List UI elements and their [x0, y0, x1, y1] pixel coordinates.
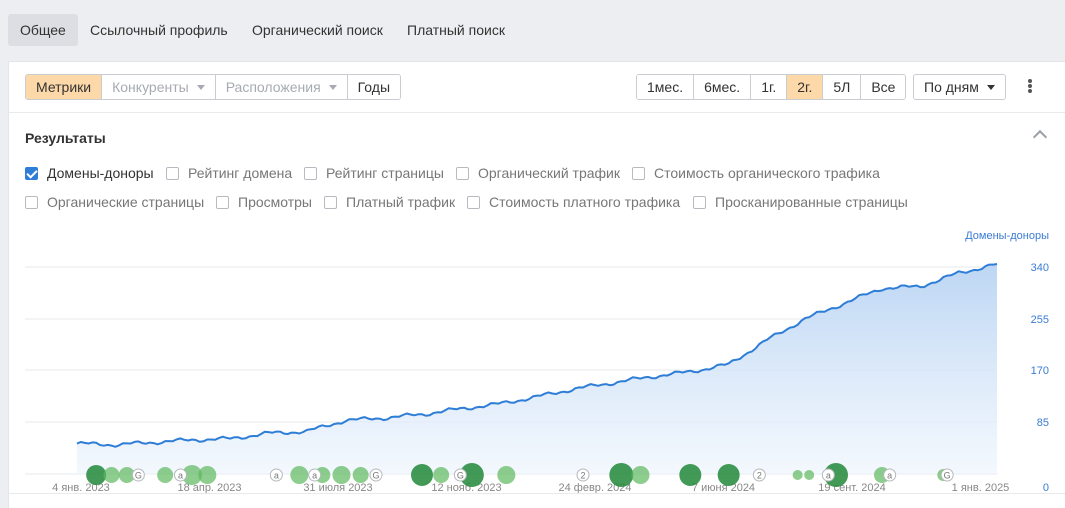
- checkbox-organic-traffic-value[interactable]: Стоимость органического трафика: [632, 164, 880, 182]
- granularity-dropdown[interactable]: По дням: [913, 74, 1006, 100]
- event-marker: [717, 464, 740, 486]
- checkbox-label: Просмотры: [238, 194, 312, 210]
- checkbox-icon: [693, 196, 706, 209]
- divider: [9, 112, 1065, 113]
- checkbox-page-rating[interactable]: Рейтинг страницы: [304, 164, 444, 182]
- view-locations-button[interactable]: Расположения: [215, 75, 348, 99]
- annotation-icon-label: 2: [580, 471, 585, 481]
- y-tick-label: 340: [1031, 262, 1049, 274]
- annotation-icon-label: a: [274, 471, 279, 481]
- view-years-button[interactable]: Годы: [347, 75, 401, 99]
- annotation-icon-label: G: [457, 471, 464, 481]
- event-marker: [631, 466, 650, 484]
- chevron-down-icon: [196, 84, 205, 90]
- checkbox-label: Стоимость органического трафика: [654, 165, 880, 181]
- view-metrics-button[interactable]: Метрики: [26, 75, 103, 99]
- tab-overview[interactable]: Общее: [8, 14, 78, 46]
- checkbox-icon: [304, 167, 317, 180]
- event-marker: [332, 466, 351, 484]
- checkbox-icon: [467, 196, 480, 209]
- more-options-icon[interactable]: [1026, 78, 1034, 96]
- event-marker: [290, 466, 309, 484]
- y-tick-label: 170: [1031, 365, 1049, 377]
- checkbox-label: Домены-доноры: [47, 165, 154, 181]
- checkbox-organic-pages[interactable]: Органические страницы: [25, 193, 204, 211]
- checkbox-icon: [25, 196, 38, 209]
- checkbox-icon: [324, 196, 337, 209]
- event-marker: [103, 467, 120, 483]
- tab-link-profile[interactable]: Ссылочный профиль: [78, 14, 240, 46]
- range-switcher: 1мес. 6мес. 1г. 2г. 5Л Все: [636, 74, 907, 100]
- y-tick-label: 255: [1031, 314, 1049, 326]
- view-switcher: Метрики Конкуренты Расположения Годы: [25, 74, 402, 100]
- event-marker: [609, 463, 634, 487]
- checkbox-label: Стоимость платного трафика: [489, 194, 681, 210]
- annotation-icon-label: a: [887, 471, 892, 481]
- range-1y-button[interactable]: 1г.: [751, 75, 788, 99]
- checkbox-label: Просканированные страницы: [715, 194, 908, 210]
- annotation-icon-label: a: [826, 471, 831, 481]
- range-all-button[interactable]: Все: [861, 75, 906, 99]
- event-marker: [804, 470, 815, 480]
- annotation-icon-label: G: [944, 471, 951, 481]
- checkbox-icon: [166, 167, 179, 180]
- checkbox-crawled-pages[interactable]: Просканированные страницы: [693, 193, 908, 211]
- checkbox-organic-traffic[interactable]: Органический трафик: [456, 164, 620, 182]
- annotation-icon-label: G: [372, 471, 379, 481]
- checkbox-label: Рейтинг домена: [188, 165, 293, 181]
- collapse-chevron-icon[interactable]: [1032, 129, 1048, 145]
- event-marker: [157, 467, 174, 483]
- checkbox-label: Органический трафик: [478, 165, 620, 181]
- checkbox-views[interactable]: Просмотры: [216, 193, 312, 211]
- view-locations-label: Расположения: [225, 79, 321, 95]
- results-panel: Метрики Конкуренты Расположения Годы 1ме…: [8, 61, 1065, 508]
- tab-organic-search[interactable]: Органический поиск: [240, 14, 395, 46]
- event-marker: [792, 470, 803, 480]
- annotation-icon-label: 2: [757, 471, 762, 481]
- checkbox-icon: [216, 196, 229, 209]
- chevron-down-icon: [986, 84, 995, 90]
- view-competitors-button[interactable]: Конкуренты: [102, 75, 216, 99]
- chevron-down-icon: [328, 84, 337, 90]
- range-2y-button[interactable]: 2г.: [787, 75, 824, 99]
- event-marker: [411, 464, 433, 486]
- checkbox-label: Органические страницы: [47, 194, 205, 210]
- checkbox-label: Рейтинг страницы: [326, 165, 444, 181]
- event-marker: [679, 464, 702, 486]
- range-6m-button[interactable]: 6мес.: [694, 75, 752, 99]
- legend-series-label: Домены-доноры: [965, 230, 1049, 242]
- view-competitors-label: Конкуренты: [112, 79, 189, 95]
- event-marker: [198, 466, 217, 484]
- tab-paid-search[interactable]: Платный поиск: [395, 14, 517, 46]
- event-marker: [433, 467, 450, 483]
- referring-domains-chart: Домены-доноры3402551708504 янв. 2023 18 а…: [25, 230, 1049, 494]
- event-marker: [352, 467, 369, 483]
- annotation-icon-label: a: [312, 471, 317, 481]
- checkbox-referring-domains[interactable]: Домены-доноры: [25, 164, 154, 182]
- y-tick-label: 85: [1037, 417, 1049, 429]
- event-marker: [497, 466, 516, 484]
- granularity-label: По дням: [924, 79, 979, 95]
- checkbox-label: Платный трафик: [346, 194, 456, 210]
- top-navigation: Общее Ссылочный профиль Органический пои…: [0, 0, 1065, 60]
- section-title: Результаты: [25, 130, 106, 146]
- divider: [9, 493, 1065, 494]
- checkbox-icon: [25, 167, 38, 180]
- event-marker: [86, 465, 107, 485]
- checkbox-paid-traffic[interactable]: Платный трафик: [324, 193, 455, 211]
- range-5y-button[interactable]: 5Л: [823, 75, 862, 99]
- annotation-icon-label: G: [135, 471, 142, 481]
- checkbox-domain-rating[interactable]: Рейтинг домена: [166, 164, 292, 182]
- annotation-icon-label: a: [178, 471, 183, 481]
- checkbox-paid-traffic-value[interactable]: Стоимость платного трафика: [467, 193, 680, 211]
- checkbox-icon: [632, 167, 645, 180]
- checkbox-icon: [456, 167, 469, 180]
- range-1m-button[interactable]: 1мес.: [637, 75, 695, 99]
